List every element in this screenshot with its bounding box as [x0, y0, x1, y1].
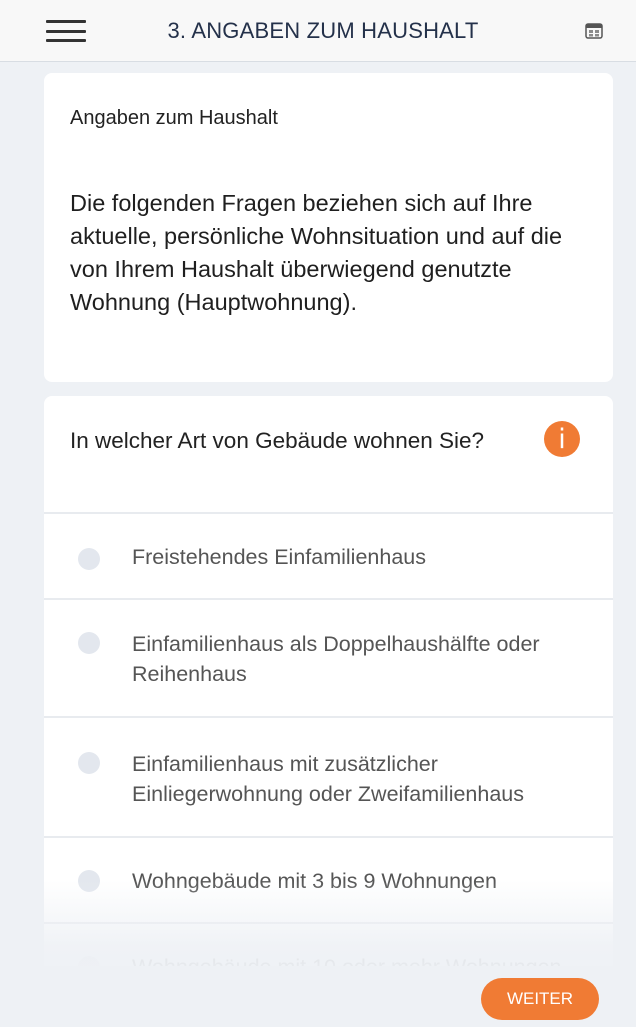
calendar-icon[interactable] — [585, 22, 603, 40]
question-text: In welcher Art von Gebäude wohnen Sie? — [70, 428, 485, 453]
radio-button[interactable] — [78, 956, 100, 966]
info-icon[interactable]: i — [544, 421, 580, 457]
option-label: Wohngebäude mit 3 bis 9 Wohnungen — [132, 869, 497, 893]
intro-heading: Angaben zum Haushalt — [70, 107, 278, 129]
option-wohngebaeude-10-oder-mehr[interactable]: Wohngebäude mit 10 oder mehr Wohnungen — [44, 922, 613, 966]
radio-button[interactable] — [78, 870, 100, 892]
radio-button[interactable] — [78, 548, 100, 570]
top-bar: 3. ANGABEN ZUM HAUSHALT — [0, 0, 636, 62]
option-freistehendes-einfamilienhaus[interactable]: Freistehendes Einfamilienhaus — [44, 512, 613, 598]
hamburger-menu-icon[interactable] — [46, 20, 86, 42]
weiter-button[interactable]: WEITER — [481, 978, 599, 1020]
question-card: In welcher Art von Gebäude wohnen Sie? i… — [44, 396, 613, 966]
option-label: Wohngebäude mit 10 oder mehr Wohnungen — [132, 952, 602, 966]
page-title: 3. ANGABEN ZUM HAUSHALT — [167, 17, 479, 43]
option-einliegerwohnung-zweifamilienhaus[interactable]: Einfamilienhaus mit zusätzlicher Einlieg… — [44, 716, 613, 836]
option-doppelhaushaelfte-reihenhaus[interactable]: Einfamilienhaus als Doppelhaushälfte ode… — [44, 598, 613, 716]
option-label: Einfamilienhaus mit zusätzlicher Einlieg… — [132, 752, 525, 806]
radio-button[interactable] — [78, 632, 100, 654]
option-wohngebaeude-3-bis-9[interactable]: Wohngebäude mit 3 bis 9 Wohnungen — [44, 836, 613, 922]
option-label: Freistehendes Einfamilienhaus — [132, 545, 426, 569]
intro-card: Angaben zum Haushalt Die folgenden Frage… — [44, 73, 613, 382]
option-label: Einfamilienhaus als Doppelhaushälfte ode… — [132, 632, 540, 686]
radio-button[interactable] — [78, 752, 100, 774]
intro-text: Die folgenden Fragen beziehen sich auf I… — [70, 190, 563, 315]
question-header: In welcher Art von Gebäude wohnen Sie? i — [44, 396, 613, 512]
